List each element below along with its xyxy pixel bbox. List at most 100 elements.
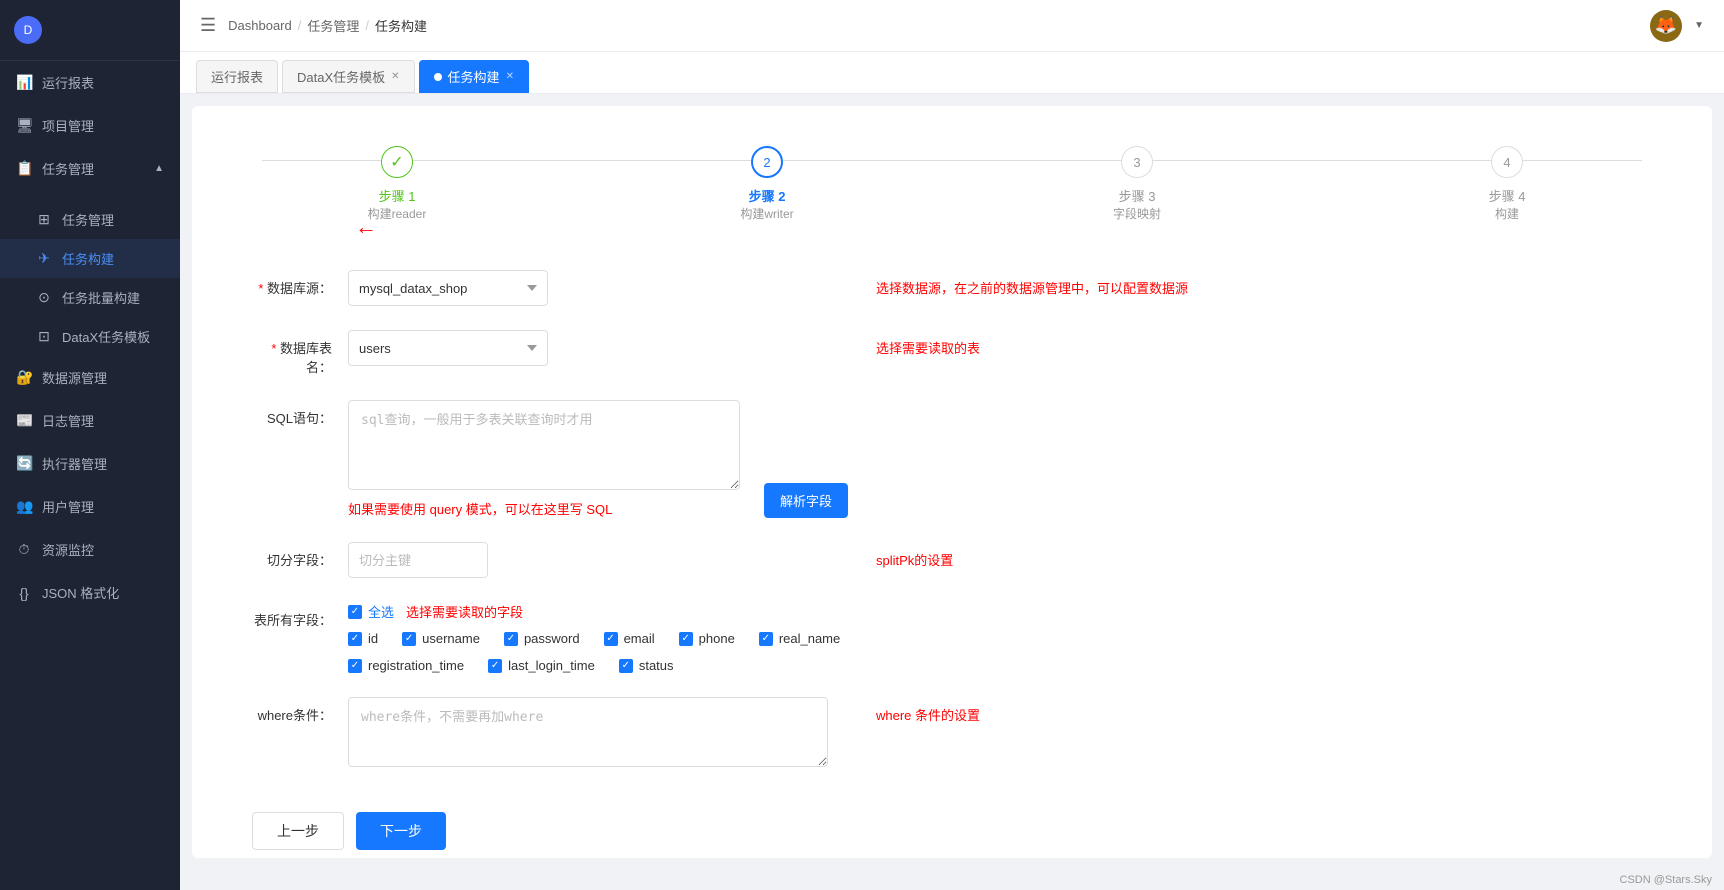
header-right: 🦊 ▼ [1650, 10, 1704, 42]
sidebar-item-user[interactable]: 👥 用户管理 [0, 485, 180, 528]
select-all-checkbox[interactable]: ✓ [348, 605, 362, 619]
step-4-title: 步骤 4 [1489, 186, 1526, 205]
step-3-title: 步骤 3 [1119, 186, 1156, 205]
tab-task-build[interactable]: 任务构建 ✕ [419, 60, 529, 93]
fields-label: 表所有字段： [252, 602, 332, 629]
sidebar-item-task-build[interactable]: ✈ 任务构建 [0, 239, 180, 278]
run-report-icon: 📊 [16, 74, 32, 91]
where-row: where条件： where 条件的设置 [252, 697, 1652, 772]
tab-task-build-label: 任务构建 [448, 67, 500, 86]
executor-icon: 🔄 [16, 455, 32, 472]
tab-datax-template[interactable]: DataX任务模板 ✕ [282, 60, 415, 93]
tab-run-report-label: 运行报表 [211, 67, 263, 86]
form-section: 数据库源： mysql_datax_shop 选择数据源，在之前的数据源管理中，… [212, 270, 1692, 772]
select-all-text: 全选 [368, 602, 394, 621]
datasource-icon: 🔐 [16, 369, 32, 386]
table-row: 数据库表名： users 选择需要读取的表 [252, 330, 1652, 376]
field-username[interactable]: ✓ username [402, 631, 480, 646]
sidebar-item-label: 资源监控 [42, 540, 94, 559]
breadcrumb-task-mgmt[interactable]: 任务管理 [307, 16, 359, 35]
field-last-login-time[interactable]: ✓ last_login_time [488, 658, 595, 673]
sql-hint: 如果需要使用 query 模式，可以在这里写 SQL [348, 499, 740, 518]
breadcrumb-dashboard[interactable]: Dashboard [228, 18, 292, 33]
table-label: 数据库表名： [252, 330, 332, 376]
parse-btn[interactable]: 解析字段 [764, 483, 848, 518]
where-textarea[interactable] [348, 697, 828, 767]
step-2-title: 步骤 2 [749, 186, 786, 205]
fields-row: 表所有字段： ✓ 全选 选择需要读取的字段 ✓ [252, 602, 1652, 673]
sidebar-item-json[interactable]: {} JSON 格式化 [0, 571, 180, 614]
next-btn[interactable]: 下一步 [356, 812, 446, 850]
step-4-sub: 构建 [1495, 205, 1519, 222]
field-id[interactable]: ✓ id [348, 631, 378, 646]
sidebar-item-resource[interactable]: ⏱ 资源监控 [0, 528, 180, 571]
sidebar-item-executor[interactable]: 🔄 执行器管理 [0, 442, 180, 485]
json-icon: {} [16, 585, 32, 601]
sidebar-item-task-mgmt: 📋 任务管理 ▲ ⊞ 任务管理 ✈ 任务构建 ⊙ 任务批量构建 ⊡ [0, 147, 180, 356]
sidebar-item-project-mgmt[interactable]: 🖥 项目管理 [0, 104, 180, 147]
breadcrumb: Dashboard / 任务管理 / 任务构建 [228, 16, 427, 35]
step-4: 4 步骤 4 构建 [1322, 146, 1692, 222]
avatar[interactable]: 🦊 [1650, 10, 1682, 42]
main-content: ← ☰ Dashboard / 任务管理 / 任务构建 🦊 ▼ 运行报表 Dat… [180, 0, 1724, 890]
task-batch-icon: ⊙ [36, 289, 52, 306]
avatar-dropdown-icon[interactable]: ▼ [1694, 20, 1704, 31]
field-registration-time[interactable]: ✓ registration_time [348, 658, 464, 673]
field-status[interactable]: ✓ status [619, 658, 674, 673]
sidebar-item-datax-template[interactable]: ⊡ DataX任务模板 [0, 317, 180, 356]
sidebar-item-label: 日志管理 [42, 411, 94, 430]
sidebar-sub-label: 任务构建 [62, 249, 114, 268]
step-1-circle: ✓ [381, 146, 413, 178]
tab-bar: 运行报表 DataX任务模板 ✕ 任务构建 ✕ [180, 52, 1724, 94]
sidebar-item-label: 项目管理 [42, 116, 94, 135]
sidebar-sub-label: 任务批量构建 [62, 288, 140, 307]
task-mgmt-icon: 📋 [16, 160, 32, 177]
sidebar-item-log[interactable]: 📰 日志管理 [0, 399, 180, 442]
select-all-label[interactable]: ✓ 全选 [348, 602, 394, 621]
step-3: 3 步骤 3 字段映射 [952, 146, 1322, 222]
logo: D [14, 16, 42, 44]
fields-hint: 选择需要读取的字段 [406, 602, 523, 621]
task-build-icon: ✈ [36, 250, 52, 267]
datax-template-icon: ⊡ [36, 328, 52, 345]
sql-control: 如果需要使用 query 模式，可以在这里写 SQL 解析字段 [348, 400, 848, 518]
footer: CSDN @Stars.Sky [180, 870, 1724, 890]
split-label: 切分字段： [252, 542, 332, 569]
breadcrumb-sep-1: / [298, 18, 302, 33]
sql-textarea[interactable] [348, 400, 740, 490]
tab-datax-template-close[interactable]: ✕ [391, 71, 399, 82]
table-select[interactable]: users [348, 330, 548, 366]
task-mgmt-sub: ⊞ 任务管理 ✈ 任务构建 ⊙ 任务批量构建 ⊡ DataX任务模板 [0, 200, 180, 356]
tab-task-build-close[interactable]: ✕ [506, 71, 514, 82]
step-3-sub: 字段映射 [1113, 205, 1161, 222]
datasource-select[interactable]: mysql_datax_shop [348, 270, 548, 306]
field-password[interactable]: ✓ password [504, 631, 580, 646]
fields-control: ✓ 全选 选择需要读取的字段 ✓ id ✓ usernam [348, 602, 848, 673]
task-mgmt-label: 任务管理 [42, 159, 94, 178]
sidebar-nav: 📊 运行报表 🖥 项目管理 📋 任务管理 ▲ ⊞ 任务管理 ✈ 任务构建 [0, 61, 180, 890]
split-input[interactable] [348, 542, 488, 578]
field-email[interactable]: ✓ email [604, 631, 655, 646]
sidebar-item-task-manage[interactable]: ⊞ 任务管理 [0, 200, 180, 239]
field-phone[interactable]: ✓ phone [679, 631, 735, 646]
sidebar-item-datasource[interactable]: 🔐 数据源管理 [0, 356, 180, 399]
task-mgmt-header[interactable]: 📋 任务管理 ▲ [0, 147, 180, 190]
sidebar-item-label: JSON 格式化 [42, 583, 119, 602]
field-real-name[interactable]: ✓ real_name [759, 631, 840, 646]
sidebar-item-label: 数据源管理 [42, 368, 107, 387]
breadcrumb-current: 任务构建 [375, 16, 427, 35]
tab-run-report[interactable]: 运行报表 [196, 60, 278, 93]
where-hint: where 条件的设置 [876, 697, 980, 724]
datasource-label: 数据库源： [252, 270, 332, 297]
tab-datax-template-label: DataX任务模板 [297, 67, 385, 86]
sidebar-item-run-report[interactable]: 📊 运行报表 [0, 61, 180, 104]
datasource-control: mysql_datax_shop [348, 270, 848, 306]
sql-textarea-wrap: 如果需要使用 query 模式，可以在这里写 SQL [348, 400, 740, 518]
hamburger-icon[interactable]: ☰ [200, 15, 216, 36]
step-4-circle: 4 [1491, 146, 1523, 178]
prev-btn[interactable]: 上一步 [252, 812, 344, 850]
split-control [348, 542, 848, 578]
sidebar-item-label: 运行报表 [42, 73, 94, 92]
sidebar-sub-label: DataX任务模板 [62, 327, 150, 346]
sidebar-item-task-batch[interactable]: ⊙ 任务批量构建 [0, 278, 180, 317]
